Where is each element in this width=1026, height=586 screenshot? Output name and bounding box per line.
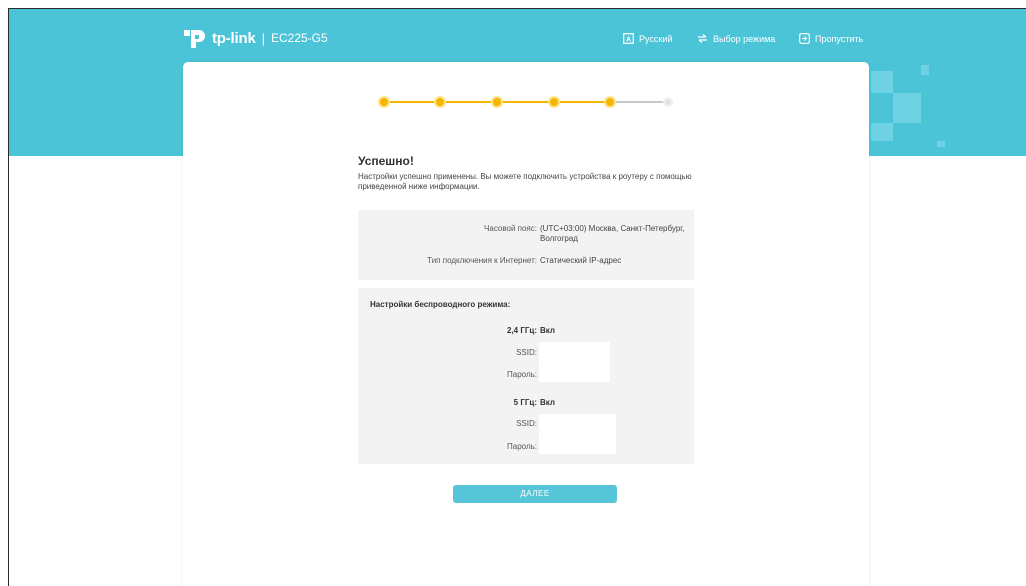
- mode-switch-icon: [698, 34, 707, 43]
- svg-text:A: A: [626, 36, 631, 43]
- skip-link[interactable]: Пропустить: [799, 33, 863, 44]
- password-24ghz-label: Пароль:: [507, 370, 537, 379]
- skip-icon: [799, 33, 810, 44]
- connection-type-label: Тип подключения к Интернет:: [427, 256, 537, 265]
- connection-type-value: Статический IP-адрес: [540, 256, 622, 265]
- tp-link-logo[interactable]: tp-link | EC225-G5: [181, 27, 328, 49]
- summary-panel: Часовой пояс: (UTC+03:00) Москва, Санкт-…: [358, 210, 694, 280]
- device-model: EC225-G5: [270, 31, 328, 45]
- password-5ghz-label: Пароль:: [507, 442, 537, 451]
- band-24ghz-status: Вкл: [540, 326, 555, 335]
- band-5ghz-label: 5 ГГц:: [513, 398, 537, 407]
- banner-decoration: [893, 93, 921, 123]
- page-description: Настройки успешно применены. Вы можете п…: [358, 172, 692, 191]
- ssid-5ghz-field: [539, 414, 616, 454]
- top-bar: tp-link | EC225-G5 A Русский Выбор режим…: [9, 9, 1026, 69]
- language-selector[interactable]: A Русский: [623, 33, 672, 44]
- step-dot: [491, 96, 503, 108]
- step-dot: [378, 96, 390, 108]
- progress-line-pending: [610, 101, 665, 103]
- tp-link-logo-icon: [184, 30, 205, 48]
- banner-decoration: [937, 141, 945, 147]
- page-title: Успешно!: [358, 154, 414, 168]
- banner-decoration: [871, 123, 893, 141]
- browser-viewport: tp-link | EC225-G5 A Русский Выбор режим…: [8, 8, 1026, 586]
- language-icon: A: [623, 33, 634, 44]
- step-dot: [548, 96, 560, 108]
- setup-card: Успешно! Настройки успешно применены. Вы…: [183, 62, 869, 586]
- timezone-label: Часовой пояс:: [484, 224, 537, 233]
- step-dot: [604, 96, 616, 108]
- timezone-value: (UTC+03:00) Москва, Санкт-Петербург, Вол…: [540, 224, 685, 243]
- logo-text: tp-link: [212, 29, 256, 47]
- language-label: Русский: [639, 33, 673, 44]
- ssid-24ghz-label: SSID:: [516, 348, 537, 357]
- skip-label: Пропустить: [815, 33, 864, 44]
- ssid-5ghz-label: SSID:: [516, 419, 537, 428]
- mode-select-link[interactable]: Выбор режима: [697, 33, 775, 44]
- progress-stepper: [378, 95, 678, 109]
- banner-decoration: [871, 71, 893, 93]
- next-button[interactable]: ДАЛЕЕ: [453, 485, 617, 503]
- ssid-24ghz-field: [539, 342, 610, 382]
- wireless-panel: Настройки беспроводного режима: 2,4 ГГц:…: [358, 288, 694, 464]
- wireless-section-label: Настройки беспроводного режима:: [370, 300, 511, 309]
- step-dot-inactive: [663, 97, 673, 107]
- band-5ghz-status: Вкл: [540, 398, 555, 407]
- band-24ghz-label: 2,4 ГГц:: [507, 326, 537, 335]
- mode-select-label: Выбор режима: [713, 33, 776, 44]
- logo-separator: |: [261, 30, 265, 46]
- step-dot: [434, 96, 446, 108]
